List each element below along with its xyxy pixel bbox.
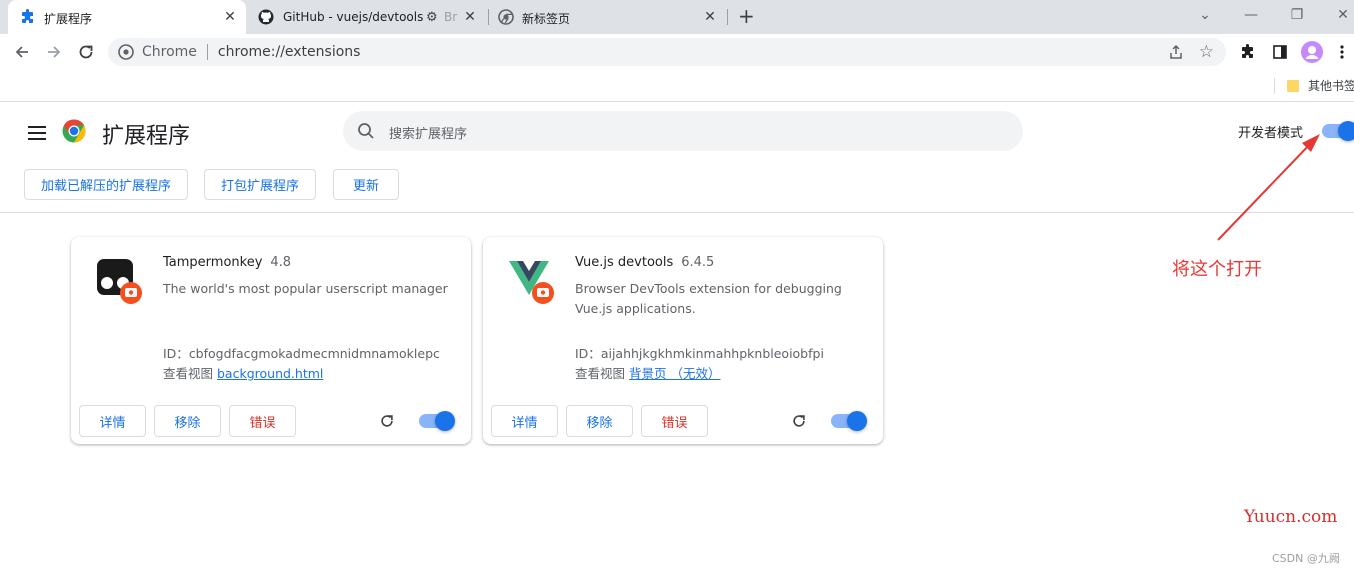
id-value: aijahhjkgkhmkinmahhpknbleoiobfpi: [600, 346, 824, 361]
restore-icon[interactable]: ❐: [1274, 0, 1320, 30]
share-icon[interactable]: [1168, 44, 1184, 64]
load-unpacked-button[interactable]: 加载已解压的扩展程序: [24, 169, 188, 200]
extension-name: Tampermonkey 4.8: [163, 255, 291, 270]
remove-button[interactable]: 移除: [566, 405, 633, 437]
extension-name-text: Vue.js devtools: [575, 255, 674, 270]
new-tab-button[interactable]: +: [738, 4, 755, 28]
address-bar[interactable]: Chrome chrome://extensions ☆: [108, 38, 1226, 66]
puzzle-icon: [20, 9, 36, 25]
tab-title: 新标签页: [522, 12, 571, 26]
remove-button[interactable]: 移除: [154, 405, 221, 437]
chrome-logo: [62, 119, 86, 147]
views-label: 查看视图: [575, 366, 626, 381]
enable-toggle[interactable]: [831, 411, 867, 431]
annotation-text: 将这个打开: [1172, 259, 1262, 280]
search-icon: [357, 122, 375, 144]
inspect-views: 查看视图 background.html: [163, 363, 323, 382]
close-icon[interactable]: ✕: [462, 9, 478, 25]
tab-separator: [488, 9, 489, 25]
extension-description: Browser DevTools extension for debugging…: [575, 281, 842, 316]
chrome-icon: [118, 44, 134, 60]
extensions-puzzle-icon[interactable]: [1236, 40, 1260, 64]
errors-button[interactable]: 错误: [641, 405, 708, 437]
dev-mode-label: 开发者模式: [1238, 126, 1304, 141]
tampermonkey-icon: [95, 257, 145, 307]
pack-extension-button[interactable]: 打包扩展程序: [204, 169, 316, 200]
vue-devtools-icon: [507, 257, 557, 307]
omnibox-divider: [206, 44, 208, 60]
id-label: ID：: [575, 346, 601, 361]
tab-strip: 扩展程序 ✕ GitHub - vuejs/devtools: ⚙ Br ✕ 新…: [0, 0, 1354, 34]
csdn-watermark: CSDN @九阙: [1272, 552, 1340, 565]
enable-toggle[interactable]: [419, 411, 455, 431]
search-extensions-input[interactable]: 搜索扩展程序: [343, 111, 1023, 151]
extension-version: 6.4.5: [681, 255, 715, 270]
view-link[interactable]: 背景页 （无效）: [629, 366, 720, 381]
search-placeholder: 搜索扩展程序: [389, 127, 468, 142]
dev-mode-toggle[interactable]: [1322, 121, 1354, 141]
menu-kebab-icon[interactable]: [1332, 40, 1352, 64]
site-watermark: Yuucn.com: [1244, 507, 1338, 527]
extension-description: The world's most popular userscript mana…: [163, 281, 448, 296]
extension-version: 4.8: [270, 255, 292, 270]
extension-id: ID：aijahhjkgkhmkinmahhpknbleoiobfpi: [575, 343, 824, 362]
details-button[interactable]: 详情: [79, 405, 146, 437]
close-window-icon[interactable]: ✕: [1320, 0, 1354, 30]
errors-button[interactable]: 错误: [229, 405, 296, 437]
site-label: Chrome: [142, 44, 197, 60]
views-label: 查看视图: [163, 366, 214, 381]
extension-id: ID：cbfogdfacgmokadmecmnidmnamoklepc: [163, 343, 440, 362]
side-panel-icon[interactable]: [1268, 40, 1292, 64]
reload-extension-icon[interactable]: [791, 413, 807, 433]
tab-title-suffix: Br: [444, 10, 458, 24]
url-text: chrome://extensions: [217, 44, 361, 60]
inspect-views: 查看视图 背景页 （无效）: [575, 363, 720, 382]
reload-icon[interactable]: [74, 40, 98, 64]
tab-newtab[interactable]: 新标签页 ✕: [490, 0, 726, 34]
forward-icon[interactable]: [42, 40, 66, 64]
page-title: 扩展程序: [102, 124, 191, 149]
view-link[interactable]: background.html: [217, 366, 323, 381]
details-button[interactable]: 详情: [491, 405, 558, 437]
tab-github[interactable]: GitHub - vuejs/devtools: ⚙ Br ✕: [250, 0, 486, 34]
tab-title: GitHub - vuejs/devtools:: [283, 10, 423, 24]
extension-name-text: Tampermonkey: [163, 255, 263, 270]
close-icon[interactable]: ✕: [702, 9, 718, 25]
bookmarks-separator: [1274, 78, 1275, 94]
close-icon[interactable]: ✕: [222, 9, 238, 25]
extension-name: Vue.js devtools 6.4.5: [575, 255, 714, 270]
tab-title: 扩展程序: [44, 12, 93, 26]
star-icon[interactable]: ☆: [1199, 42, 1214, 62]
bookmarks-bar: 其他书签: [0, 70, 1354, 102]
id-label: ID：: [163, 346, 189, 361]
update-button[interactable]: 更新: [333, 169, 399, 200]
minimize-icon[interactable]: —: [1228, 0, 1274, 30]
folder-icon: [1286, 78, 1300, 97]
id-value: cbfogdfacgmokadmecmnidmnamoklepc: [188, 346, 440, 361]
extension-card-vue-devtools: Vue.js devtools 6.4.5 Browser DevTools ex…: [483, 237, 883, 444]
back-icon[interactable]: [10, 40, 34, 64]
tab-separator: [727, 9, 728, 25]
header-divider: [0, 212, 1354, 213]
tab-search-icon[interactable]: ⌄: [1182, 0, 1228, 30]
main-menu-icon[interactable]: [28, 125, 46, 144]
github-icon: [258, 9, 274, 25]
avatar[interactable]: [1300, 40, 1324, 64]
other-bookmarks[interactable]: 其他书签: [1308, 77, 1354, 94]
tab-extensions[interactable]: 扩展程序 ✕: [8, 0, 246, 34]
gear-icon: ⚙: [426, 10, 438, 25]
chrome-icon: [498, 9, 514, 25]
reload-extension-icon[interactable]: [379, 413, 395, 433]
extension-card-tampermonkey: Tampermonkey 4.8 The world's most popular…: [71, 237, 471, 444]
